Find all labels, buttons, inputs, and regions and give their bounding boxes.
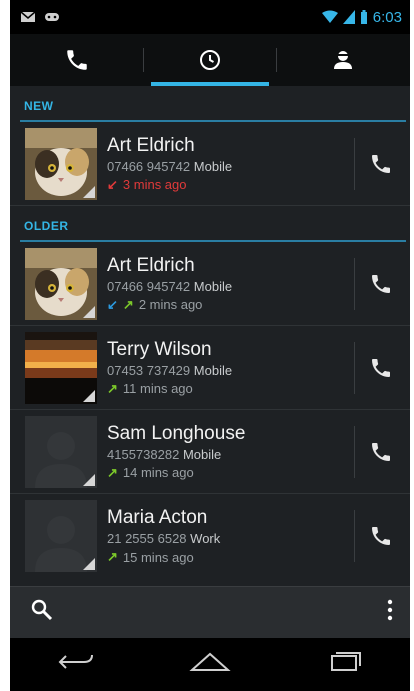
clock-icon xyxy=(199,50,220,70)
search-icon xyxy=(31,599,53,621)
time-text: 2 mins ago xyxy=(138,297,203,312)
outgoing-call-icon: ↗ xyxy=(107,549,118,564)
phone-icon xyxy=(371,358,390,377)
number-text: 07466 945742 xyxy=(107,278,191,294)
incoming-call-icon: ↙ xyxy=(107,296,118,312)
call-log-row[interactable]: Terry Wilson 07453 737429 Mobile ↗ 11 min… xyxy=(10,326,410,410)
back-button[interactable] xyxy=(56,650,96,679)
number-type: Mobile xyxy=(193,362,233,378)
avatar[interactable] xyxy=(25,415,97,488)
tab-call-log[interactable] xyxy=(143,34,276,86)
tab-phone[interactable] xyxy=(10,34,143,86)
recents-icon xyxy=(331,652,361,671)
time-text: 14 mins ago xyxy=(122,465,194,480)
contact-name: Art Eldrich xyxy=(107,134,195,156)
number-text: 07466 945742 xyxy=(107,158,191,174)
number-text: 21 2555 6528 xyxy=(107,531,187,546)
back-icon xyxy=(58,654,93,669)
signal-icon xyxy=(342,10,355,24)
clock-time: 6:03 xyxy=(372,8,402,26)
phone-icon xyxy=(371,442,390,461)
time-text: 3 mins ago xyxy=(122,177,187,192)
number-type: Mobile xyxy=(193,158,233,174)
overflow-menu-button[interactable] xyxy=(386,598,394,627)
number-type: Mobile xyxy=(193,278,233,294)
missed-call-icon: ↙ xyxy=(107,176,118,192)
call-button[interactable] xyxy=(354,425,406,478)
call-button[interactable] xyxy=(354,341,406,394)
avatar[interactable] xyxy=(25,247,97,320)
tab-contacts[interactable] xyxy=(277,34,410,86)
tab-bar xyxy=(10,34,410,86)
phone-number: 4155738282 Mobile xyxy=(107,447,354,462)
call-log-list: NEW Art Eldrich 07466 945742 Mobile ↙ 3 … xyxy=(10,86,410,603)
home-button[interactable] xyxy=(188,650,232,679)
system-nav-bar xyxy=(10,638,410,691)
status-bar: 6:03 xyxy=(10,0,410,34)
phone-icon xyxy=(371,154,390,173)
avatar[interactable] xyxy=(25,331,97,404)
call-time: ↙ ↗ 2 mins ago xyxy=(107,297,354,313)
call-log-row[interactable]: Sam Longhouse 4155738282 Mobile ↗ 14 mins… xyxy=(10,410,410,494)
section-label: NEW xyxy=(24,99,54,113)
call-time: ↙ 3 mins ago xyxy=(107,177,354,193)
avatar[interactable] xyxy=(25,127,97,200)
phone-number: 07453 737429 Mobile xyxy=(107,363,354,378)
number-text: 4155738282 xyxy=(107,446,180,462)
phone-icon xyxy=(66,50,87,70)
call-log-row[interactable]: Art Eldrich 07466 945742 Mobile ↙ ↗ 2 mins… xyxy=(10,242,410,326)
call-button[interactable] xyxy=(354,257,406,310)
bottom-action-bar xyxy=(10,586,410,638)
home-icon xyxy=(189,652,231,671)
contact-name: Sam Longhouse xyxy=(107,422,246,444)
phone-icon xyxy=(371,527,390,545)
avatar[interactable] xyxy=(25,500,97,572)
contact-name: Maria Acton xyxy=(107,507,208,528)
section-header-new: NEW xyxy=(20,86,406,122)
number-type: Mobile xyxy=(182,446,222,462)
call-time: ↗ 14 mins ago xyxy=(107,465,354,481)
outgoing-call-icon: ↗ xyxy=(107,464,118,480)
call-button[interactable] xyxy=(354,137,406,190)
phone-icon xyxy=(371,274,390,293)
call-time: ↗ 15 mins ago xyxy=(107,549,354,565)
screen: 6:03 NEW Art Eldrich 07466 945742 Mobile… xyxy=(10,0,410,691)
phone-number: 07466 945742 Mobile xyxy=(107,159,354,174)
frame: 6:03 NEW Art Eldrich 07466 945742 Mobile… xyxy=(0,0,414,691)
time-text: 11 mins ago xyxy=(122,381,193,396)
call-log-row[interactable]: Maria Acton 21 2555 6528 Work ↗ 15 mins a… xyxy=(10,494,410,578)
time-text: 15 mins ago xyxy=(122,549,194,565)
person-icon xyxy=(334,51,353,69)
number-text: 07453 737429 xyxy=(107,362,191,378)
battery-icon xyxy=(360,10,367,24)
mail-icon xyxy=(20,11,36,22)
overflow-menu-icon xyxy=(387,599,393,621)
number-type: Work xyxy=(190,531,221,546)
section-label: OLDER xyxy=(24,219,69,233)
contact-name: Art Eldrich xyxy=(107,254,195,276)
gamepad-icon xyxy=(45,13,59,21)
call-log-row[interactable]: Art Eldrich 07466 945742 Mobile ↙ 3 mins … xyxy=(10,122,410,206)
recents-button[interactable] xyxy=(324,650,364,679)
search-button[interactable] xyxy=(30,598,54,627)
outgoing-call-icon: ↗ xyxy=(107,380,118,396)
phone-number: 07466 945742 Mobile xyxy=(107,279,354,294)
phone-number: 21 2555 6528 Work xyxy=(107,531,354,546)
outgoing-call-icon: ↗ xyxy=(122,296,134,312)
section-header-older: OLDER xyxy=(20,206,406,242)
call-time: ↗ 11 mins ago xyxy=(107,381,354,397)
wifi-icon xyxy=(321,10,338,23)
call-button[interactable] xyxy=(354,510,406,562)
contact-name: Terry Wilson xyxy=(107,338,212,360)
